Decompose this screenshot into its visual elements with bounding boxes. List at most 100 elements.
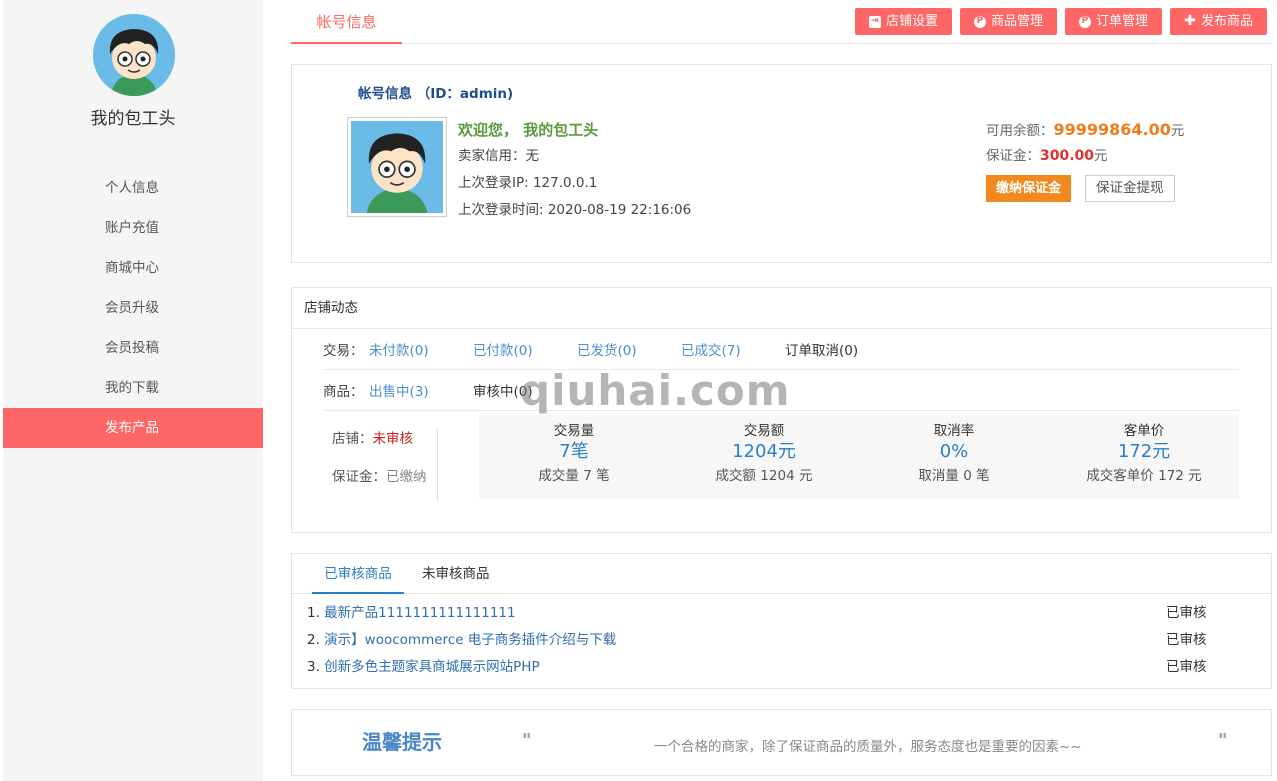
- stat-value: 1204元: [732, 441, 796, 462]
- last-login-ip-value: 127.0.0.1: [532, 175, 598, 191]
- order-manage-label: 订单管理: [1095, 14, 1148, 29]
- last-login-time-value: 2020-08-19 22:16:06: [547, 202, 692, 218]
- sidebar: 我的包工头 个人信息 账户充值 商城中心 会员升级 会员投稿 我的下载 发布产品: [3, 0, 263, 781]
- stat-value: 7笔: [559, 441, 589, 462]
- account-info: 欢迎您， 我的包工头 卖家信用：无 上次登录IP: 127.0.0.1 上次登录…: [458, 117, 691, 224]
- stat-value: 172元: [1117, 441, 1171, 462]
- balance-unit: 元: [1170, 123, 1185, 139]
- sidebar-item-publish[interactable]: 发布产品: [3, 408, 263, 448]
- trade-row: 交易： 未付款(0) 已付款(0) 已发货(0) 已成交(7) 订单取消(0): [323, 329, 1239, 370]
- sidebar-item-recharge[interactable]: 账户充值: [3, 208, 263, 248]
- trade-unpaid-link[interactable]: 未付款(0): [369, 339, 473, 359]
- stat-title: 取消率: [933, 423, 975, 439]
- sidebar-item-submit[interactable]: 会员投稿: [3, 328, 263, 368]
- stat-title: 客单价: [1123, 423, 1165, 439]
- account-balance-area: 可用余额：99999864.00元 保证金：300.00元 缴纳保证金 保证金提…: [986, 117, 1184, 202]
- item-number: 2.: [307, 632, 325, 648]
- sidebar-item-upgrade[interactable]: 会员升级: [3, 288, 263, 328]
- store-settings-button[interactable]: ⇥ 店铺设置: [854, 8, 952, 35]
- stat-cancel-rate: 取消率 0% 取消量 0 笔: [859, 415, 1049, 499]
- last-login-time-label: 上次登录时间:: [458, 202, 548, 218]
- item-number: 1.: [307, 605, 325, 621]
- seller-credit-value: 无: [525, 148, 540, 164]
- product-link[interactable]: 演示】woocommerce 电子商务插件介绍与下载: [324, 632, 616, 648]
- product-link[interactable]: 最新产品1111111111111111: [324, 605, 515, 621]
- account-panel: 帐号信息 （ID：admin) 欢迎您， 我的包工头 卖家信用：无 上次登录IP…: [291, 64, 1272, 263]
- deposit-amount: 保证金：300.00元: [986, 143, 1184, 169]
- trade-shipped-link[interactable]: 已发货(0): [577, 339, 681, 359]
- product-status: 已审核: [1166, 605, 1207, 621]
- goods-manage-label: 商品管理: [990, 14, 1043, 29]
- top-buttons: ⇥ 店铺设置 P 商品管理 P 订单管理 ✚ 发布商品: [854, 8, 1267, 35]
- stat-sub: 成交客单价 172 元: [1086, 468, 1202, 484]
- account-title: 帐号信息 （ID：admin): [358, 86, 514, 102]
- shop-deposit-status: 保证金：已缴纳: [332, 467, 437, 505]
- p-circle-icon: P: [973, 15, 986, 28]
- stat-title: 交易额: [743, 423, 785, 439]
- list-item: 2. 演示】woocommerce 电子商务插件介绍与下载 已审核: [292, 627, 1271, 654]
- tab-account-info[interactable]: 帐号信息: [291, 0, 402, 44]
- deposit-buttons: 缴纳保证金 保证金提现: [986, 175, 1184, 202]
- sidebar-item-mall-center[interactable]: 商城中心: [3, 248, 263, 288]
- store-dynamics-panel: 店铺动态 交易： 未付款(0) 已付款(0) 已发货(0) 已成交(7) 订单取…: [291, 287, 1272, 533]
- sidebar-item-downloads[interactable]: 我的下载: [3, 368, 263, 408]
- shop-label: 店铺：: [332, 431, 373, 447]
- main-content: 帐号信息 ⇥ 店铺设置 P 商品管理 P 订单管理 ✚ 发布商品 帐号信息 （I…: [276, 0, 1277, 781]
- publish-goods-button[interactable]: ✚ 发布商品: [1169, 8, 1267, 35]
- goods-on-sale-link[interactable]: 出售中(3): [369, 380, 473, 400]
- trade-label: 交易：: [323, 343, 364, 359]
- balance-label: 可用余额：: [986, 123, 1054, 139]
- welcome-text: 欢迎您， 我的包工头: [458, 121, 599, 139]
- sidebar-item-profile[interactable]: 个人信息: [3, 168, 263, 208]
- shop-deposit-label: 保证金：: [332, 469, 386, 485]
- shop-review-status: 店铺：未审核: [332, 429, 437, 467]
- tip-text: 一个合格的商家，除了保证商品的质量外，服务态度也是重要的因素~~: [654, 739, 1082, 755]
- pay-deposit-button[interactable]: 缴纳保证金: [986, 175, 1072, 202]
- stat-value: 0%: [939, 441, 969, 462]
- quote-close-icon: ": [1218, 730, 1228, 751]
- account-avatar: [347, 117, 447, 217]
- publish-goods-label: 发布商品: [1200, 14, 1253, 29]
- product-list: 1. 最新产品1111111111111111 已审核 2. 演示】woocom…: [292, 594, 1271, 681]
- store-dynamics-title: 店铺动态: [292, 288, 1271, 329]
- plus-icon: ✚: [1184, 13, 1196, 29]
- store-stats: 交易量 7笔 成交量 7 笔 交易额 1204元 成交额 1204 元 取消率 …: [479, 415, 1239, 499]
- goods-manage-button[interactable]: P 商品管理: [959, 8, 1057, 35]
- quote-open-icon: ": [522, 730, 532, 751]
- product-link[interactable]: 创新多色主题家具商城展示网站PHP: [324, 659, 539, 675]
- deposit-unit: 元: [1094, 148, 1108, 164]
- goods-row: 商品： 出售中(3) 审核中(0): [323, 370, 1239, 411]
- available-balance: 可用余额：99999864.00元: [986, 117, 1184, 143]
- exit-icon: ⇥: [868, 15, 881, 28]
- order-manage-button[interactable]: P 订单管理: [1064, 8, 1162, 35]
- stat-sub: 成交额 1204 元: [715, 468, 813, 484]
- goods-reviewing: 审核中(0): [473, 384, 533, 400]
- product-status: 已审核: [1166, 659, 1207, 675]
- withdraw-deposit-button[interactable]: 保证金提现: [1085, 175, 1175, 202]
- top-tabbar: 帐号信息 ⇥ 店铺设置 P 商品管理 P 订单管理 ✚ 发布商品: [291, 0, 1272, 44]
- user-avatar[interactable]: [93, 14, 175, 96]
- trade-paid-link[interactable]: 已付款(0): [473, 339, 577, 359]
- stat-sub: 取消量 0 笔: [918, 468, 990, 484]
- store-settings-label: 店铺设置: [885, 14, 938, 29]
- sidebar-menu: 个人信息 账户充值 商城中心 会员升级 会员投稿 我的下载 发布产品: [3, 168, 263, 448]
- sidebar-username: 我的包工头: [90, 109, 176, 129]
- shop-deposit-value: 已缴纳: [386, 469, 427, 485]
- products-panel: 已审核商品 未审核商品 1. 最新产品1111111111111111 已审核 …: [291, 553, 1272, 689]
- stat-trade-amount: 交易额 1204元 成交额 1204 元: [669, 415, 859, 499]
- deposit-label: 保证金：: [986, 148, 1040, 164]
- product-status: 已审核: [1166, 632, 1207, 648]
- trade-cancelled: 订单取消(0): [785, 343, 859, 359]
- last-login-ip-label: 上次登录IP:: [458, 175, 533, 191]
- tab-approved-products[interactable]: 已审核商品: [312, 554, 404, 594]
- shop-status-value: 未审核: [372, 431, 414, 447]
- list-item: 1. 最新产品1111111111111111 已审核: [292, 600, 1271, 627]
- last-login-time: 上次登录时间: 2020-08-19 22:16:06: [458, 197, 691, 224]
- last-login-ip: 上次登录IP: 127.0.0.1: [458, 170, 691, 197]
- cartoon-boy-icon: [93, 14, 175, 96]
- cartoon-boy-icon: [351, 121, 443, 213]
- stat-trade-count: 交易量 7笔 成交量 7 笔: [479, 415, 669, 499]
- trade-completed-link[interactable]: 已成交(7): [681, 339, 785, 359]
- p-circle-icon: P: [1078, 15, 1091, 28]
- tab-unapproved-products[interactable]: 未审核商品: [422, 554, 490, 594]
